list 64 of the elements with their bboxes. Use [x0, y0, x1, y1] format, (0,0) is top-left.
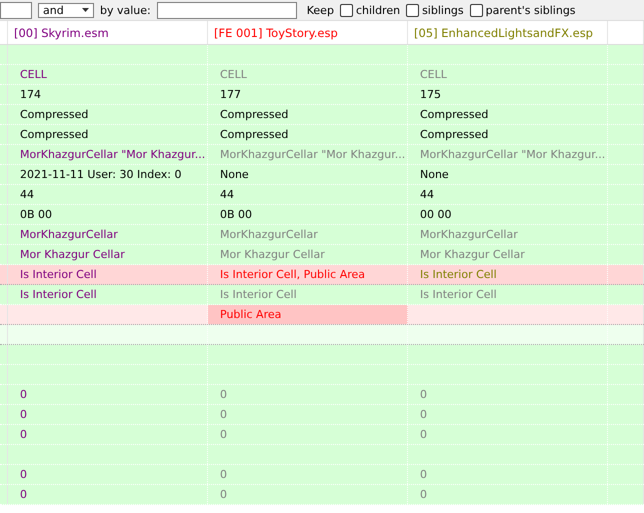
value-label: by value: — [100, 4, 151, 16]
table-cell: 0 — [408, 385, 608, 404]
table-cell: Is Interior Cell — [408, 285, 608, 304]
table-cell: None — [408, 165, 608, 184]
table-cell: Compressed — [8, 105, 208, 124]
table-cell: Mor Khazgur Cellar — [8, 245, 208, 264]
table-cell: MorKhazgurCellar — [8, 225, 208, 244]
table-cell: Is Interior Cell — [208, 285, 408, 304]
column-header[interactable]: [00] Skyrim.esm — [8, 21, 208, 44]
table-cell: Is Interior Cell — [8, 265, 208, 284]
table-cell: 44 — [408, 185, 608, 204]
option-checkbox[interactable]: siblings — [406, 4, 464, 16]
table-cell: 0 — [208, 405, 408, 424]
column-header[interactable]: [05] EnhancedLightsandFX.esp — [408, 21, 608, 44]
table-cell: MorKhazgurCellar "Mor Khazgur... — [408, 145, 608, 164]
keep-label: Keep — [306, 4, 334, 16]
table-cell: Compressed — [408, 105, 608, 124]
table-cell: Mor Khazgur Cellar — [408, 245, 608, 264]
option-checkbox[interactable]: parent's siblings — [470, 4, 576, 16]
table-cell: Is Interior Cell, Public Area — [208, 265, 408, 284]
table-cell: CELL — [208, 65, 408, 84]
table-cell: None — [208, 165, 408, 184]
table-cell: 177 — [208, 85, 408, 104]
table-cell: 44 — [8, 185, 208, 204]
table-cell: MorKhazgurCellar "Mor Khazgur... — [8, 145, 208, 164]
table-cell: Is Interior Cell — [408, 265, 608, 284]
table-cell: CELL — [408, 65, 608, 84]
column-header[interactable]: [FE 001] ToyStory.esp — [208, 21, 408, 44]
operator-dropdown[interactable]: and — [38, 2, 94, 18]
table-cell: Compressed — [208, 125, 408, 144]
table-cell: Compressed — [408, 125, 608, 144]
option-checkbox[interactable]: children — [340, 4, 400, 16]
table-cell: Compressed — [208, 105, 408, 124]
caret-icon — [82, 8, 89, 12]
table-cell: 0 — [208, 485, 408, 504]
table-cell: 0 — [8, 385, 208, 404]
text-field[interactable] — [0, 2, 32, 18]
table-cell: MorKhazgurCellar — [208, 225, 408, 244]
table-cell: Mor Khazgur Cellar — [208, 245, 408, 264]
table-cell: 0 — [208, 425, 408, 444]
table-cell: 0 — [408, 405, 608, 424]
value-field[interactable] — [156, 2, 297, 18]
table-cell: 2021-11-11 User: 30 Index: 0 — [8, 165, 208, 184]
table-cell: 0 — [8, 485, 208, 504]
table-cell: 0 — [408, 485, 608, 504]
table-cell: 0B 00 — [208, 205, 408, 224]
table-cell: MorKhazgurCellar — [408, 225, 608, 244]
table-cell: 00 00 — [408, 205, 608, 224]
table-cell: Is Interior Cell — [8, 285, 208, 304]
table-cell: 0 — [8, 405, 208, 424]
table-cell: MorKhazgurCellar "Mor Khazgur... — [208, 145, 408, 164]
table-cell: Compressed — [8, 125, 208, 144]
table-cell: Public Area — [208, 305, 408, 324]
table-cell: CELL — [8, 65, 208, 84]
table-cell: 0 — [208, 385, 408, 404]
table-cell: 0 — [408, 465, 608, 484]
table-cell: 0 — [408, 425, 608, 444]
table-cell: 175 — [408, 85, 608, 104]
table-cell: 44 — [208, 185, 408, 204]
table-cell: 0B 00 — [8, 205, 208, 224]
table-cell: 0 — [8, 425, 208, 444]
table-cell: 0 — [208, 465, 408, 484]
table-cell: 174 — [8, 85, 208, 104]
table-cell: 0 — [8, 465, 208, 484]
